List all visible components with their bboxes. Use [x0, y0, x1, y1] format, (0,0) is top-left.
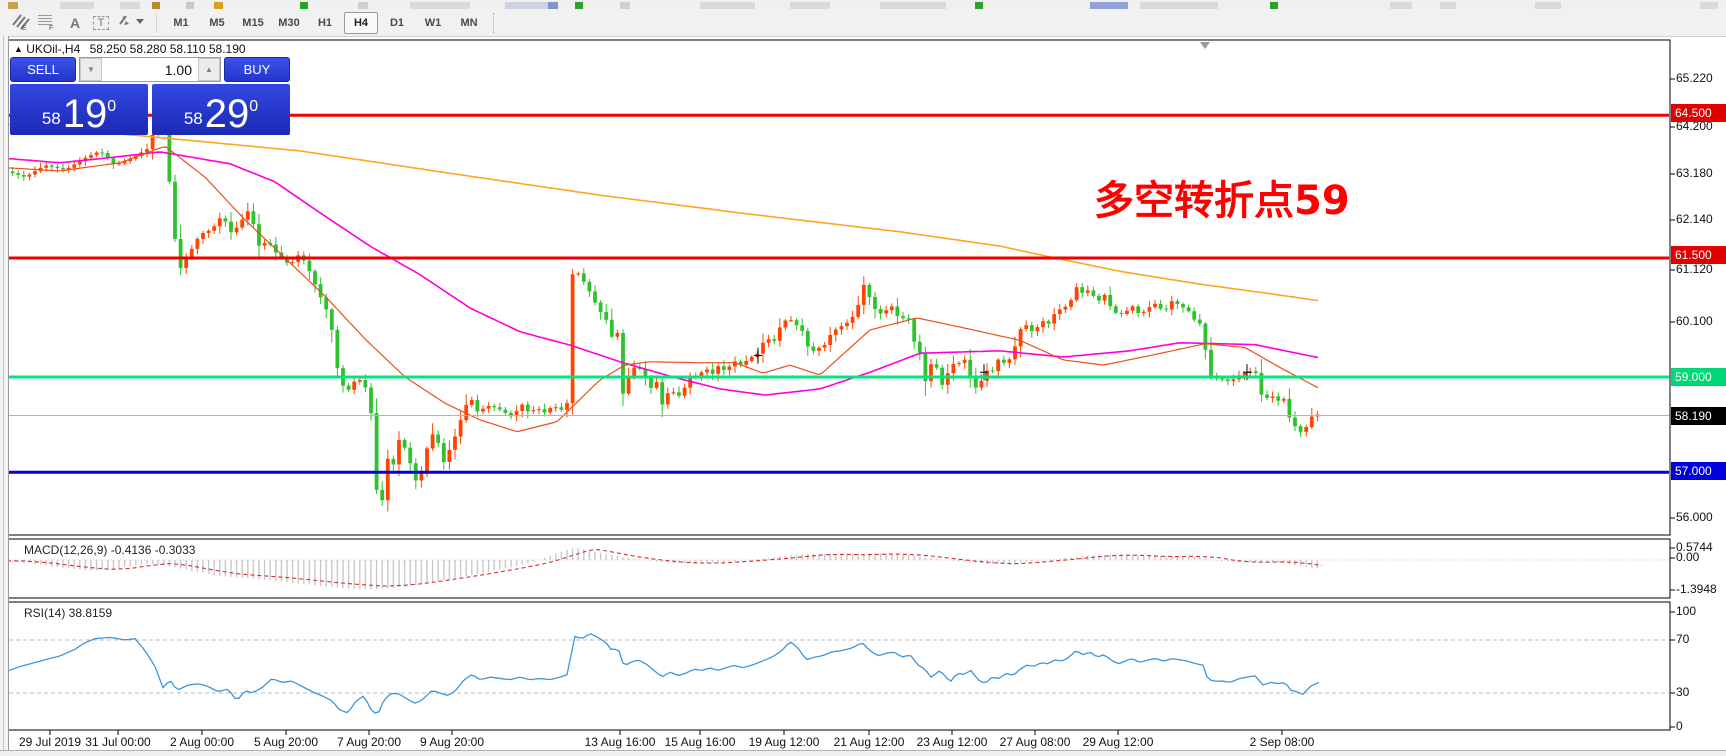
time-axis-label: 2 Sep 08:00	[1249, 735, 1315, 749]
volume-spinner: ▼ 1.00 ▲	[79, 57, 221, 82]
volume-increase-button[interactable]: ▲	[198, 58, 220, 81]
buy-price-sup: 0	[249, 98, 259, 115]
price-axis-box-61.500: 61.500	[1671, 246, 1726, 264]
time-axis-label: 29 Jul 2019	[18, 735, 82, 749]
time-axis-label: 7 Aug 20:00	[336, 735, 402, 749]
symbol-marker-icon: ▲	[14, 44, 23, 54]
macd-indicator-label: MACD(12,26,9) -0.4136 -0.3033	[24, 543, 196, 557]
rsi-indicator-label: RSI(14) 38.8159	[24, 606, 113, 620]
rsi-axis-label: 70	[1676, 632, 1690, 646]
time-axis-label: 9 Aug 20:00	[419, 735, 485, 749]
macd-axis-label: 0.00	[1676, 550, 1700, 564]
time-axis-label: 13 Aug 16:00	[584, 735, 656, 749]
symbol-period-label: UKOil-,H4	[26, 42, 81, 56]
bottom-status-strip	[0, 750, 1726, 756]
time-axis-label: 27 Aug 08:00	[999, 735, 1071, 749]
volume-decrease-button[interactable]: ▼	[80, 58, 102, 81]
buy-price-small: 58	[183, 109, 203, 128]
mt4-terminal-window: { "top_strip": { "fragments": [[8,10,"#c…	[0, 0, 1726, 756]
rsi-axis-label: 100	[1676, 604, 1697, 618]
candle	[167, 128, 172, 184]
time-axis-label: 19 Aug 12:00	[748, 735, 820, 749]
price-axis-box-64.500: 64.500	[1671, 104, 1726, 122]
price-axis-box-57.000: 57.000	[1671, 462, 1726, 480]
price-axis-label: 61.120	[1676, 262, 1713, 276]
time-axis-label: 31 Jul 00:00	[85, 735, 151, 749]
buy-price-display[interactable]: 58 29 0	[152, 84, 290, 135]
sell-price-display[interactable]: 58 19 0	[10, 84, 148, 135]
sell-button[interactable]: SELL	[10, 57, 76, 82]
ohlc-quotes-label: 58.250 58.280 58.110 58.190	[89, 42, 246, 56]
sell-price-small: 58	[41, 109, 61, 128]
price-axis-box-59.000: 59.000	[1671, 368, 1726, 386]
rsi-axis-label: 0	[1676, 719, 1683, 733]
one-click-trading-panel: SELL ▼ 1.00 ▲ BUY 58 19 0 58 29 0	[10, 57, 290, 135]
price-axis-label: 62.140	[1676, 212, 1713, 226]
sell-price-sup: 0	[107, 98, 117, 115]
buy-button[interactable]: BUY	[224, 57, 290, 82]
chart-text-annotation[interactable]: 多空转折点59	[1094, 168, 1350, 226]
time-axis-label: 15 Aug 16:00	[664, 735, 736, 749]
candle	[570, 268, 575, 415]
price-axis-label: 56.000	[1676, 510, 1713, 524]
symbol-header: ▲ UKOil-,H4 58.250 58.280 58.110 58.190	[14, 42, 246, 56]
price-axis-box-58.190: 58.190	[1671, 407, 1726, 425]
candle	[173, 174, 177, 243]
window-left-splitter[interactable]	[0, 36, 9, 750]
sell-price-big: 19	[62, 92, 108, 136]
rsi-panel	[7, 601, 1671, 731]
time-axis-label: 5 Aug 20:00	[253, 735, 319, 749]
volume-input[interactable]: 1.00	[102, 58, 198, 81]
price-axis-label: 60.100	[1676, 314, 1713, 328]
buy-price-big: 29	[204, 92, 250, 136]
time-axis-label: 29 Aug 12:00	[1082, 735, 1154, 749]
time-axis-label: 2 Aug 00:00	[169, 735, 235, 749]
macd-panel	[7, 538, 1671, 599]
macd-axis-label: -1.3948	[1676, 582, 1717, 596]
time-axis-label: 21 Aug 12:00	[833, 735, 905, 749]
price-axis-label: 63.180	[1676, 166, 1713, 180]
price-axis-label: 65.220	[1676, 71, 1713, 85]
time-axis-label: 23 Aug 12:00	[916, 735, 988, 749]
rsi-axis-label: 30	[1676, 685, 1690, 699]
